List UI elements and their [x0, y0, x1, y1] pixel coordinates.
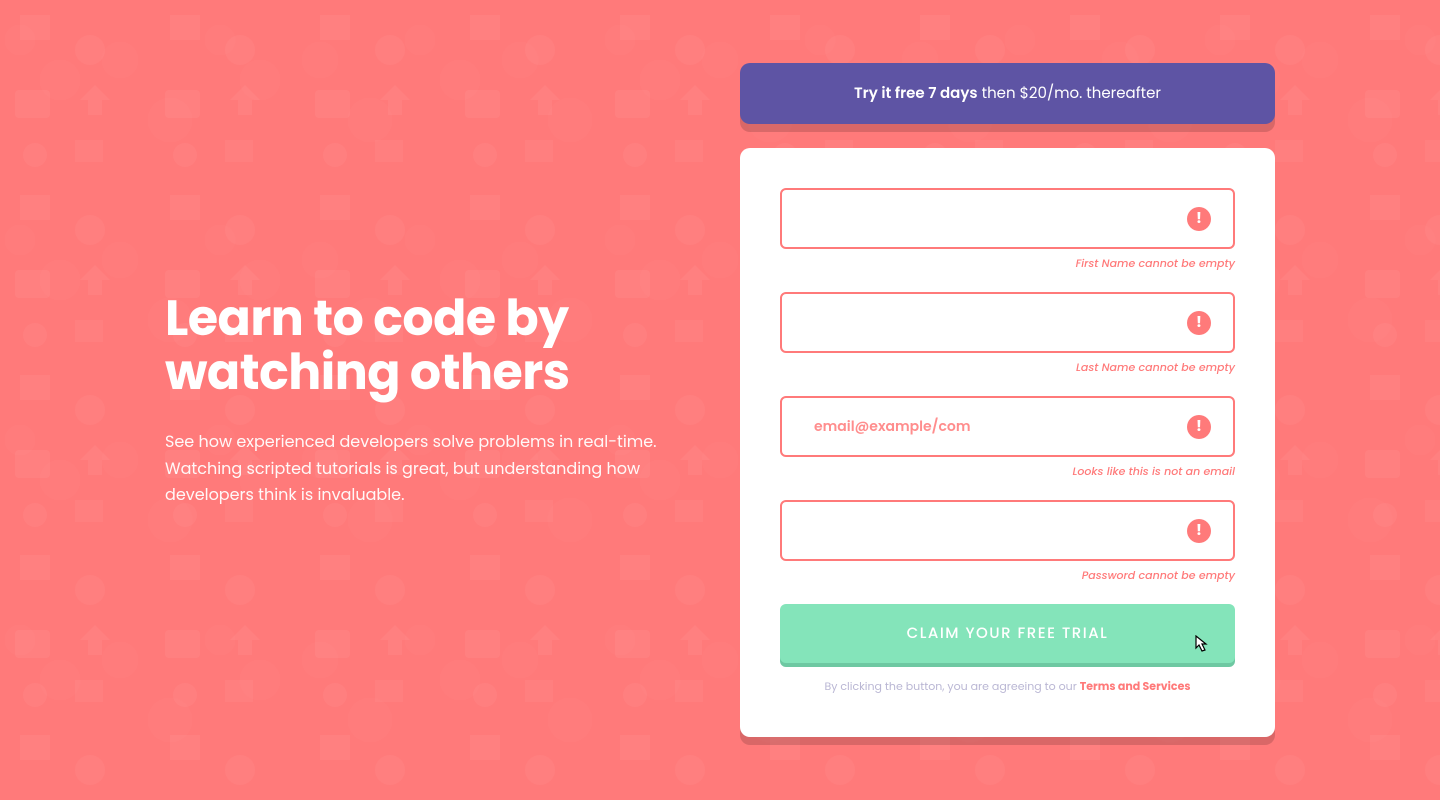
password-group: Password cannot be empty [780, 500, 1235, 584]
submit-button[interactable]: CLAIM YOUR FREE TRIAL [780, 604, 1235, 663]
terms-prefix: By clicking the button, you are agreeing… [825, 678, 1080, 694]
error-icon [1187, 415, 1211, 439]
password-input[interactable] [780, 500, 1235, 561]
error-icon [1187, 519, 1211, 543]
hero-section: Learn to code by watching others See how… [165, 292, 690, 509]
email-error: Looks like this is not an email [780, 463, 1235, 480]
banner-regular-text: then $20/mo. thereafter [978, 83, 1161, 104]
last-name-input[interactable] [780, 292, 1235, 353]
hero-heading: Learn to code by watching others [165, 292, 690, 402]
terms-text: By clicking the button, you are agreeing… [780, 677, 1235, 697]
first-name-group: First Name cannot be empty [780, 188, 1235, 272]
password-error: Password cannot be empty [780, 567, 1235, 584]
pricing-banner: Try it free 7 days then $20/mo. thereaft… [740, 63, 1275, 124]
first-name-input[interactable] [780, 188, 1235, 249]
last-name-error: Last Name cannot be empty [780, 359, 1235, 376]
email-input[interactable] [780, 396, 1235, 457]
error-icon [1187, 207, 1211, 231]
error-icon [1187, 311, 1211, 335]
signup-section: Try it free 7 days then $20/mo. thereaft… [740, 63, 1275, 737]
first-name-error: First Name cannot be empty [780, 255, 1235, 272]
hero-subheading: See how experienced developers solve pro… [165, 429, 690, 508]
last-name-group: Last Name cannot be empty [780, 292, 1235, 376]
banner-bold-text: Try it free 7 days [854, 83, 978, 104]
terms-link[interactable]: Terms and Services [1080, 678, 1191, 694]
signup-form-card: First Name cannot be empty Last Name can… [740, 148, 1275, 737]
email-group: Looks like this is not an email [780, 396, 1235, 480]
